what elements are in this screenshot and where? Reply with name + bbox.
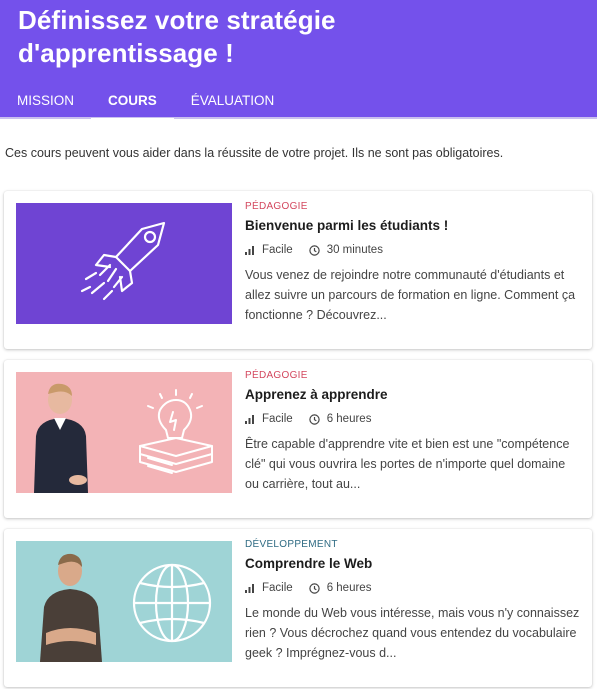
tab-mission[interactable]: MISSION	[0, 83, 91, 119]
course-description: Le monde du Web vous intéresse, mais vou…	[245, 606, 580, 660]
duration-label: 6 heures	[326, 413, 372, 425]
course-category: PÉDAGOGIE	[245, 370, 308, 381]
clock-icon	[308, 244, 320, 256]
course-card[interactable]: DÉVELOPPEMENT Comprendre le Web Facile 6…	[4, 529, 592, 687]
course-description: Vous venez de rejoindre notre communauté…	[245, 268, 576, 322]
course-card[interactable]: PÉDAGOGIE Bienvenue parmi les étudiants …	[4, 191, 592, 349]
course-title[interactable]: Bienvenue parmi les étudiants !	[245, 218, 581, 233]
instructor-photo	[34, 383, 88, 493]
lightbulb-books-icon	[139, 389, 213, 474]
intro-text: Ces cours peuvent vous aider dans la réu…	[5, 146, 504, 160]
signal-bars-icon	[245, 414, 254, 424]
difficulty-label: Facile	[262, 582, 293, 594]
course-category: PÉDAGOGIE	[245, 201, 308, 212]
course-thumbnail	[16, 372, 232, 493]
signal-bars-icon	[245, 583, 254, 593]
difficulty-label: Facile	[262, 413, 293, 425]
instructor-photo	[40, 553, 102, 662]
duration-label: 30 minutes	[326, 244, 383, 256]
tab-cours[interactable]: COURS	[91, 83, 174, 121]
globe-icon	[132, 563, 212, 643]
duration: 6 heures	[308, 582, 372, 594]
page-title: Définissez votre stratégie d'apprentissa…	[18, 5, 336, 68]
course-title[interactable]: Apprenez à apprendre	[245, 387, 581, 402]
course-thumbnail	[16, 203, 232, 324]
duration: 6 heures	[308, 413, 372, 425]
rocket-icon	[80, 221, 166, 301]
course-category: DÉVELOPPEMENT	[245, 539, 338, 550]
tab-bar: MISSION COURS ÉVALUATION	[0, 83, 292, 121]
difficulty: Facile	[245, 244, 293, 256]
page-header: Définissez votre stratégie d'apprentissa…	[0, 0, 597, 121]
clock-icon	[308, 582, 320, 594]
course-thumbnail	[16, 541, 232, 662]
course-description: Être capable d'apprendre vite et bien es…	[245, 437, 570, 491]
course-title[interactable]: Comprendre le Web	[245, 556, 581, 571]
duration: 30 minutes	[308, 244, 383, 256]
clock-icon	[308, 413, 320, 425]
tab-evaluation[interactable]: ÉVALUATION	[174, 83, 292, 119]
difficulty: Facile	[245, 582, 293, 594]
course-card[interactable]: PÉDAGOGIE Apprenez à apprendre Facile 6 …	[4, 360, 592, 518]
signal-bars-icon	[245, 245, 254, 255]
difficulty: Facile	[245, 413, 293, 425]
difficulty-label: Facile	[262, 244, 293, 256]
duration-label: 6 heures	[326, 582, 372, 594]
